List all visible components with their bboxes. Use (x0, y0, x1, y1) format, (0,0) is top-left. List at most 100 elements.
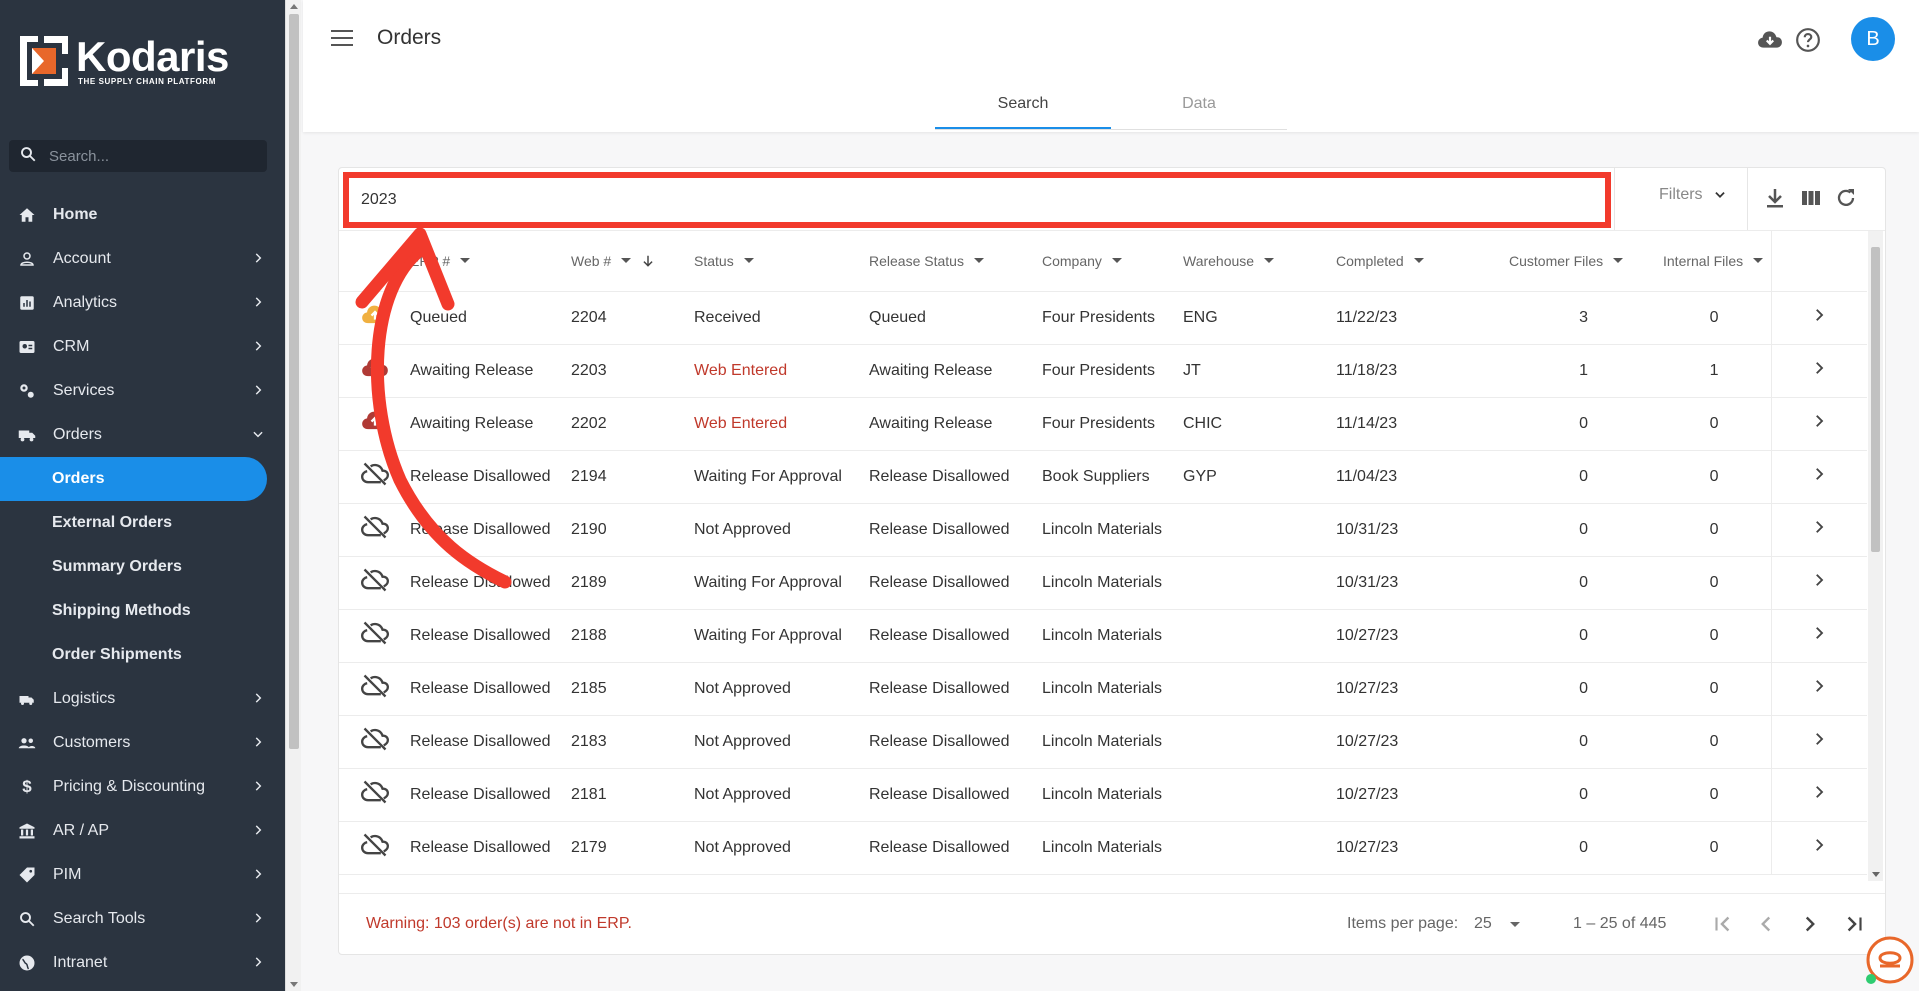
sidebar-subitem-orders[interactable]: Orders (0, 457, 267, 501)
column-header-company[interactable]: Company (1042, 231, 1183, 292)
cloud-upload-icon (361, 358, 389, 386)
chevron-right-icon[interactable] (1810, 306, 1828, 324)
chevron-right-icon[interactable] (1810, 359, 1828, 377)
sidebar-item-pricing[interactable]: $ Pricing & Discounting (0, 765, 285, 809)
caret-down-icon[interactable] (1413, 258, 1424, 264)
scrollbar-thumb[interactable] (289, 14, 299, 749)
sidebar-item-crm[interactable]: CRM (0, 325, 285, 369)
row-open-button[interactable] (1770, 344, 1867, 398)
row-open-button[interactable] (1770, 821, 1867, 875)
chevron-right-icon[interactable] (1810, 518, 1828, 536)
items-per-page-select[interactable]: 25 (1474, 915, 1520, 933)
caret-down-icon[interactable] (460, 258, 471, 264)
previous-page-icon[interactable] (1753, 911, 1779, 937)
table-search-input[interactable] (349, 178, 1605, 222)
row-open-button[interactable] (1770, 609, 1867, 663)
scroll-down-arrow-icon[interactable] (1872, 872, 1880, 877)
chevron-right-icon[interactable] (1810, 412, 1828, 430)
chevron-right-icon[interactable] (1810, 677, 1828, 695)
sidebar-item-search-tools[interactable]: Search Tools (0, 897, 285, 941)
download-icon[interactable] (1763, 186, 1787, 210)
row-open-button[interactable] (1770, 503, 1867, 557)
sidebar-subitem-shipping-methods[interactable]: Shipping Methods (0, 589, 285, 633)
column-header-customer-files[interactable]: Customer Files (1481, 231, 1625, 292)
sidebar-item-pim[interactable]: PIM (0, 853, 285, 897)
sidebar-item-home[interactable]: Home (0, 193, 285, 237)
tab-search[interactable]: Search (935, 86, 1111, 130)
table-row[interactable]: Release Disallowed 2181 Not Approved Releas… (339, 768, 1867, 822)
column-header-erp[interactable]: ERP # (410, 231, 571, 292)
columns-icon[interactable] (1799, 186, 1823, 210)
sidebar-item-logistics[interactable]: Logistics (0, 677, 285, 721)
user-avatar[interactable]: B (1851, 17, 1895, 61)
table-row[interactable]: Queued 2204 Received Queued Four Presidents E… (339, 291, 1867, 345)
sidebar-item-customers[interactable]: Customers (0, 721, 285, 765)
tab-data[interactable]: Data (1111, 86, 1287, 130)
chat-icon[interactable] (1864, 936, 1914, 986)
sidebar-item-ar-ap[interactable]: AR / AP (0, 809, 285, 853)
caret-down-icon[interactable] (743, 258, 754, 264)
table-row[interactable]: Release Disallowed 2194 Waiting For Approv… (339, 450, 1867, 504)
sidebar-subitem-order-shipments[interactable]: Order Shipments (0, 633, 285, 677)
chevron-right-icon[interactable] (1810, 624, 1828, 642)
caret-down-icon[interactable] (1753, 258, 1764, 264)
chat-widget[interactable] (1864, 936, 1914, 986)
chevron-right-icon[interactable] (1810, 730, 1828, 748)
caret-down-icon[interactable] (621, 258, 632, 264)
sidebar-item-orders[interactable]: Orders (0, 413, 285, 457)
caret-down-icon[interactable] (1111, 258, 1122, 264)
table-row[interactable]: Release Disallowed 2189 Waiting For Approv… (339, 556, 1867, 610)
filters-dropdown[interactable]: Filters (1659, 186, 1727, 204)
table-row[interactable]: Awaiting Release 2202 Web Entered Awaiting … (339, 397, 1867, 451)
caret-down-icon[interactable] (973, 258, 984, 264)
sidebar-item-account[interactable]: Account (0, 237, 285, 281)
row-open-button[interactable] (1770, 556, 1867, 610)
row-open-button[interactable] (1770, 662, 1867, 716)
menu-icon[interactable] (331, 30, 353, 48)
column-header-release-status[interactable]: Release Status (869, 231, 1042, 292)
row-open-button[interactable] (1770, 715, 1867, 769)
table-row[interactable]: Release Disallowed 2183 Not Approved Releas… (339, 715, 1867, 769)
sidebar-item-intranet[interactable]: Intranet (0, 941, 285, 985)
sidebar-search-input[interactable] (49, 147, 249, 165)
last-page-icon[interactable] (1841, 911, 1867, 937)
row-status-cell (339, 768, 410, 822)
cloud-download-icon[interactable] (1757, 27, 1783, 53)
row-open-button[interactable] (1770, 768, 1867, 822)
chevron-right-icon[interactable] (1810, 571, 1828, 589)
column-header-warehouse[interactable]: Warehouse (1183, 231, 1336, 292)
table-row[interactable]: Awaiting Release 2203 Web Entered Awaiting … (339, 344, 1867, 398)
kodaris-logo[interactable]: Kodaris THE SUPPLY CHAIN PLATFORM (20, 35, 229, 86)
help-icon[interactable] (1795, 27, 1821, 53)
caret-down-icon[interactable] (1613, 258, 1624, 264)
row-open-button[interactable] (1770, 291, 1867, 345)
chevron-right-icon (255, 693, 262, 703)
scrollbar-thumb[interactable] (1871, 247, 1880, 552)
sidebar-item-analytics[interactable]: Analytics (0, 281, 285, 325)
chevron-right-icon[interactable] (1810, 783, 1828, 801)
refresh-icon[interactable] (1834, 186, 1858, 210)
sort-desc-arrow-icon[interactable] (641, 254, 655, 268)
chevron-right-icon[interactable] (1810, 465, 1828, 483)
scroll-down-arrow-icon[interactable] (290, 982, 298, 987)
row-open-button[interactable] (1770, 450, 1867, 504)
table-scrollbar[interactable] (1868, 231, 1883, 881)
table-row[interactable]: Release Disallowed 2185 Not Approved Releas… (339, 662, 1867, 716)
sidebar-scrollbar[interactable] (285, 0, 301, 991)
column-header-status[interactable]: Status (694, 231, 869, 292)
sidebar-subitem-summary-orders[interactable]: Summary Orders (0, 545, 285, 589)
chevron-right-icon[interactable] (1810, 836, 1828, 854)
scroll-up-arrow-icon[interactable] (290, 4, 298, 9)
first-page-icon[interactable] (1710, 911, 1736, 937)
next-page-icon[interactable] (1797, 911, 1823, 937)
sidebar-item-services[interactable]: Services (0, 369, 285, 413)
column-header-internal-files[interactable]: Internal Files (1625, 231, 1771, 292)
table-row[interactable]: Release Disallowed 2190 Not Approved Releas… (339, 503, 1867, 557)
column-header-completed[interactable]: Completed (1336, 231, 1481, 292)
table-row[interactable]: Release Disallowed 2179 Not Approved Releas… (339, 821, 1867, 875)
row-open-button[interactable] (1770, 397, 1867, 451)
column-header-web[interactable]: Web # (571, 231, 694, 292)
caret-down-icon[interactable] (1264, 258, 1275, 264)
sidebar-subitem-external-orders[interactable]: External Orders (0, 501, 285, 545)
table-row[interactable]: Release Disallowed 2188 Waiting For Approv… (339, 609, 1867, 663)
